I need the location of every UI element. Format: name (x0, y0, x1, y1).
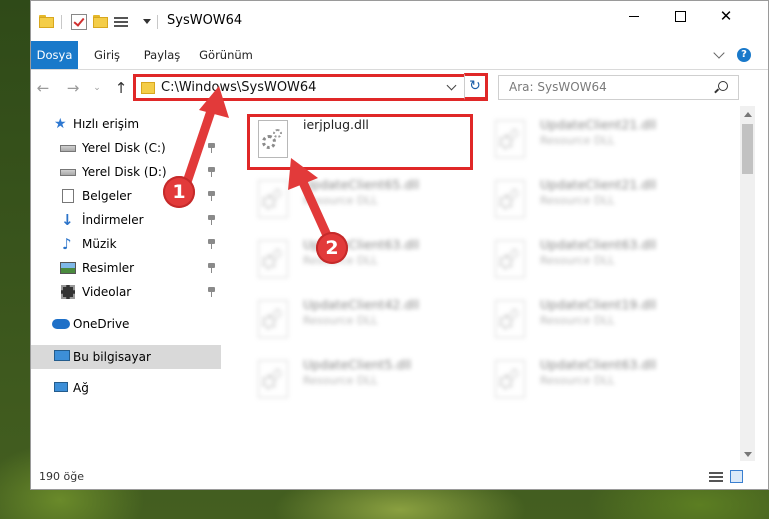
arrow-1 (181, 86, 229, 190)
callout-badge-1: 1 (163, 176, 195, 208)
callout-arrows (181, 86, 335, 247)
arrow-2 (288, 158, 335, 247)
callout-badge-2: 2 (316, 232, 348, 264)
